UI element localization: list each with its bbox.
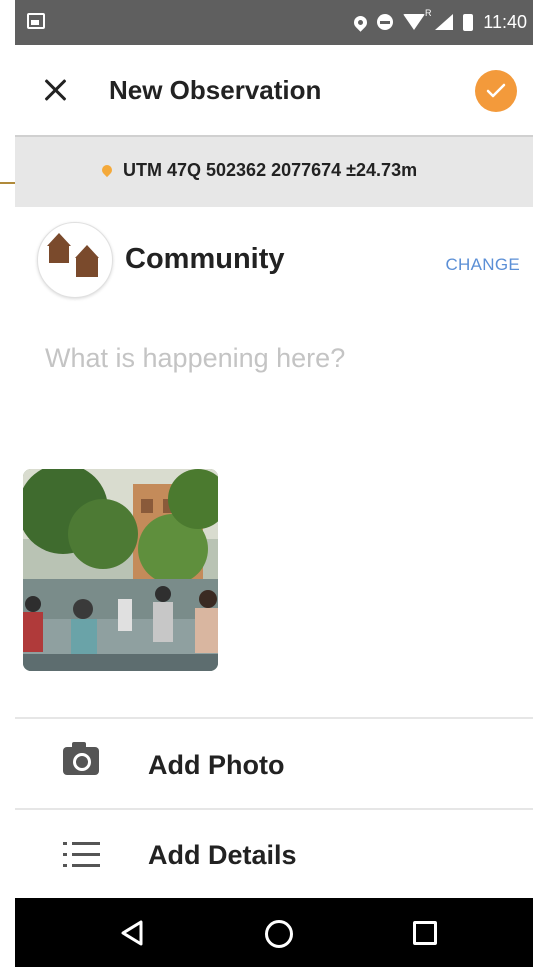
status-icons: R	[351, 8, 473, 33]
change-category-button[interactable]: CHANGE	[445, 255, 520, 275]
photo-image	[23, 469, 218, 671]
top-toolbar: New Observation	[15, 45, 533, 135]
location-icon	[351, 12, 370, 32]
confirm-button[interactable]	[475, 70, 517, 112]
category-avatar[interactable]	[37, 222, 113, 298]
back-icon[interactable]	[121, 920, 143, 946]
status-time: 11:40	[483, 12, 527, 32]
house-shape	[75, 245, 99, 277]
street-scene-photo[interactable]	[23, 469, 218, 671]
recents-icon[interactable]	[413, 921, 437, 945]
pin-icon	[99, 162, 115, 178]
close-icon[interactable]	[43, 78, 67, 102]
location-bar[interactable]: UTM 47Q 502362 2077674 ±24.73m	[15, 135, 533, 207]
check-icon	[486, 83, 506, 98]
description-input[interactable]	[45, 343, 505, 374]
category-name: Community	[125, 243, 285, 275]
page-title: New Observation	[109, 75, 322, 105]
status-bar: R 11:40	[15, 0, 533, 45]
add-details-button[interactable]: Add Details	[15, 810, 533, 898]
home-icon[interactable]	[265, 920, 293, 948]
dnd-icon	[377, 14, 393, 30]
navigation-bar	[15, 898, 533, 967]
list-icon	[63, 842, 101, 870]
house-shape	[47, 233, 71, 263]
signal-icon: R	[425, 8, 453, 30]
add-photo-button[interactable]: Add Photo	[15, 720, 533, 808]
location-text: UTM 47Q 502362 2077674 ±24.73m	[123, 160, 418, 180]
left-edge-decoration	[0, 182, 15, 184]
app-screen: R 11:40 New Observation UTM 47Q 502362 2…	[15, 0, 533, 967]
battery-icon	[463, 13, 473, 31]
add-details-label: Add Details	[148, 840, 297, 870]
add-photo-label: Add Photo	[148, 750, 285, 780]
roaming-indicator: R	[425, 8, 432, 18]
wifi-icon	[403, 14, 425, 30]
divider	[15, 717, 533, 719]
screenshot-icon	[27, 13, 45, 29]
camera-icon	[63, 742, 99, 775]
